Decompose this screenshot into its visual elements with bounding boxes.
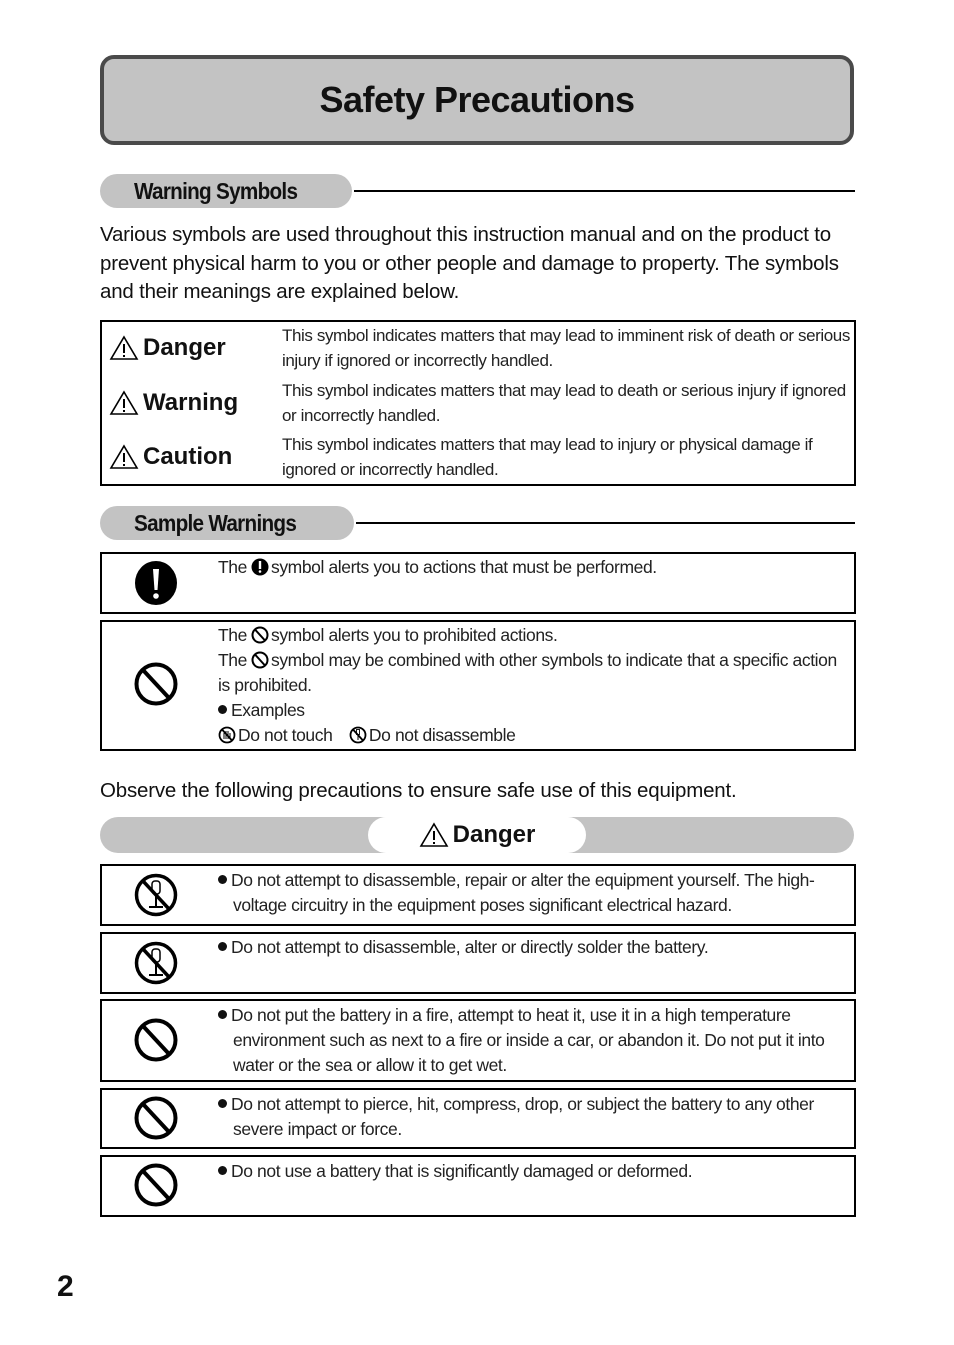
symbol-description: This symbol indicates matters that may l…	[282, 381, 846, 425]
mandatory-exclamation-icon	[135, 561, 177, 605]
bullet	[218, 1010, 227, 1019]
warning-triangle-icon	[109, 444, 139, 469]
prohibited-icon	[134, 1018, 178, 1062]
symbol-row-danger: Danger This symbol indicates matters tha…	[102, 322, 854, 376]
mandatory-exclamation-icon	[251, 558, 269, 576]
danger-item: Do not use a battery that is significant…	[100, 1155, 856, 1217]
do-not-disassemble-icon	[349, 726, 367, 744]
danger-item-text: Do not attempt to disassemble, repair or…	[231, 870, 815, 915]
bullet	[218, 942, 227, 951]
danger-item: Do not attempt to disassemble, alter or …	[100, 932, 856, 994]
danger-section-banner: Danger	[100, 817, 854, 853]
symbol-label: Warning	[143, 389, 239, 416]
danger-item: Do not put the battery in a fire, attemp…	[100, 999, 856, 1082]
bullet	[218, 875, 227, 884]
prohibited-icon	[134, 1096, 178, 1140]
bullet	[218, 1099, 227, 1108]
danger-item: Do not attempt to pierce, hit, compress,…	[100, 1088, 856, 1149]
examples-row: Do not touch Do not disassemble	[218, 723, 838, 748]
bullet	[218, 705, 227, 714]
section-heading-sample-warnings: Sample Warnings	[100, 506, 855, 540]
danger-heading: Danger	[452, 821, 536, 848]
symbol-row-warning: Warning This symbol indicates matters th…	[102, 377, 854, 431]
mandatory-text: The symbol alerts you to actions that mus…	[218, 557, 657, 577]
symbol-description: This symbol indicates matters that may l…	[282, 326, 850, 370]
section-rule	[356, 522, 855, 524]
page-title: Safety Precautions	[319, 79, 635, 120]
symbol-label: Danger	[143, 334, 226, 361]
prohibited-text: The symbol alerts you to prohibited actio…	[218, 623, 838, 748]
do-not-touch-icon	[218, 726, 236, 744]
section-pill: Warning Symbols	[100, 174, 352, 208]
section-pill: Sample Warnings	[100, 506, 354, 540]
danger-item-text: Do not attempt to pierce, hit, compress,…	[231, 1094, 814, 1139]
warning-triangle-icon	[109, 390, 139, 415]
symbol-row-caution: Caution This symbol indicates matters th…	[102, 431, 854, 485]
symbol-description: This symbol indicates matters that may l…	[282, 435, 813, 479]
sample-mandatory-box: The symbol alerts you to actions that mus…	[100, 552, 856, 614]
symbol-label: Caution	[143, 443, 233, 470]
do-not-disassemble-icon	[134, 873, 178, 917]
warning-triangle-icon	[109, 335, 139, 360]
bullet	[218, 1166, 227, 1175]
danger-item: Do not attempt to disassemble, repair or…	[100, 864, 856, 926]
danger-item-text: Do not put the battery in a fire, attemp…	[231, 1005, 825, 1075]
danger-item-text: Do not attempt to disassemble, alter or …	[231, 937, 709, 957]
sample-prohibited-box: The symbol alerts you to prohibited actio…	[100, 620, 856, 751]
prohibited-icon	[134, 662, 178, 706]
section-title: Sample Warnings	[134, 509, 297, 536]
prohibited-icon	[251, 651, 269, 669]
section-heading-warning-symbols: Warning Symbols	[100, 174, 855, 208]
page-number: 2	[57, 1270, 74, 1303]
page-title-banner: Safety Precautions	[100, 55, 854, 145]
prohibited-icon	[251, 626, 269, 644]
prohibited-icon	[134, 1163, 178, 1207]
observe-text: Observe the following precautions to ens…	[100, 779, 737, 802]
danger-item-text: Do not use a battery that is significant…	[231, 1161, 693, 1181]
warning-triangle-icon	[419, 822, 449, 847]
warning-symbols-table: Danger This symbol indicates matters tha…	[100, 320, 856, 486]
section-title: Warning Symbols	[134, 177, 298, 204]
do-not-disassemble-icon	[134, 941, 178, 985]
intro-paragraph: Various symbols are used throughout this…	[100, 223, 839, 303]
section-rule	[354, 190, 855, 192]
